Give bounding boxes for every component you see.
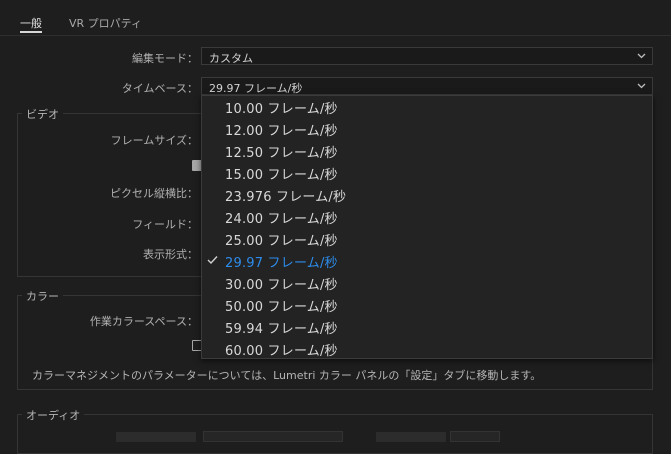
timebase-option[interactable]: 25.00 フレーム/秒: [202, 228, 652, 250]
timebase-select[interactable]: 29.97 フレーム/秒: [201, 77, 653, 95]
timebase-option[interactable]: 30.00 フレーム/秒: [202, 272, 652, 294]
audio-count-select[interactable]: [450, 431, 500, 442]
timebase-option-selected[interactable]: 29.97 フレーム/秒: [202, 250, 652, 272]
timebase-option[interactable]: 12.00 フレーム/秒: [202, 118, 652, 140]
timebase-dropdown-menu: 10.00 フレーム/秒 12.00 フレーム/秒 12.50 フレーム/秒 1…: [201, 95, 653, 359]
timebase-option[interactable]: 23.976 フレーム/秒: [202, 184, 652, 206]
video-section-title: ビデオ: [22, 106, 63, 122]
edit-mode-value: カスタム: [209, 52, 253, 65]
timebase-option[interactable]: 60.00 フレーム/秒: [202, 338, 652, 360]
chevron-down-icon: [637, 53, 646, 59]
audio-channel-select[interactable]: [203, 431, 343, 442]
audio-row-label: [116, 432, 196, 442]
timebase-option[interactable]: 50.00 フレーム/秒: [202, 294, 652, 316]
fields-label: フィールド：: [132, 218, 198, 231]
tab-general[interactable]: 一般: [20, 15, 42, 31]
frame-size-label: フレームサイズ：: [110, 134, 198, 147]
timebase-option[interactable]: 10.00 フレーム/秒: [202, 96, 652, 118]
timebase-value: 29.97 フレーム/秒: [209, 82, 303, 95]
timebase-option[interactable]: 15.00 フレーム/秒: [202, 162, 652, 184]
tab-vr-properties[interactable]: VR プロパティ: [69, 15, 142, 31]
color-section-title: カラー: [22, 288, 63, 304]
edit-mode-label: 編集モード：: [132, 52, 198, 65]
timebase-option[interactable]: 59.94 フレーム/秒: [202, 316, 652, 338]
timebase-label: タイムベース：: [121, 82, 198, 95]
color-management-note: カラーマネジメントのパラメーターについては、Lumetri カラー パネルの「設…: [32, 369, 542, 382]
display-format-label: 表示形式：: [143, 248, 198, 261]
timebase-option[interactable]: 24.00 フレーム/秒: [202, 206, 652, 228]
chevron-down-icon: [637, 83, 646, 89]
working-color-space-label: 作業カラースペース：: [89, 315, 198, 328]
checkmark-icon: [207, 256, 218, 265]
tab-bar: 一般 VR プロパティ: [0, 0, 671, 36]
pixel-aspect-label: ピクセル縦横比：: [110, 187, 198, 200]
audio-section-title: オーディオ: [22, 407, 85, 423]
active-tab-indicator: [20, 31, 42, 33]
edit-mode-select[interactable]: カスタム: [201, 47, 653, 65]
audio-row-label-2: [376, 432, 446, 442]
tab-divider: [0, 35, 671, 36]
timebase-option[interactable]: 12.50 フレーム/秒: [202, 140, 652, 162]
